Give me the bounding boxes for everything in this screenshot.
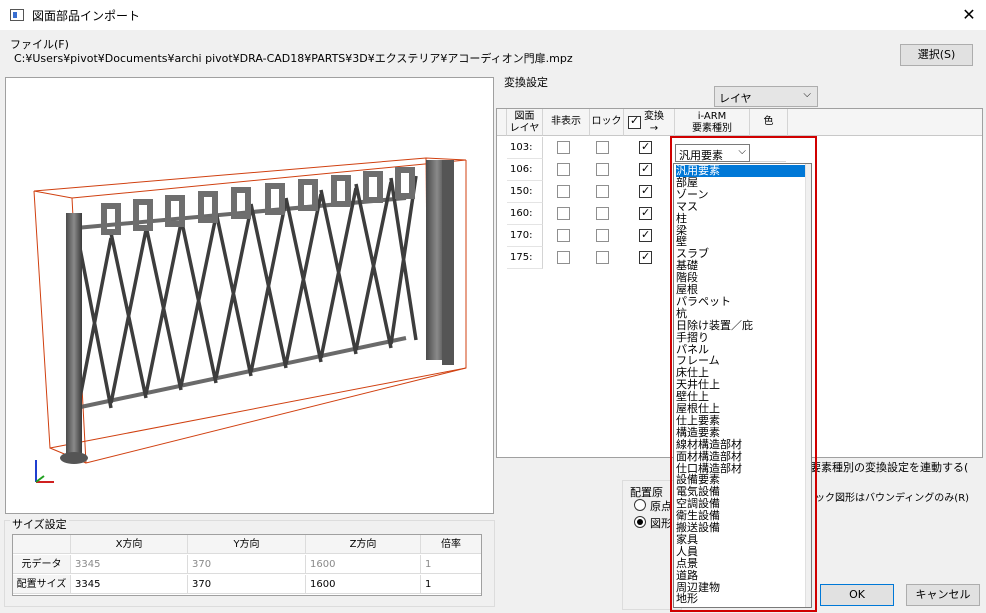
size-placed-y[interactable]: 370 — [188, 575, 306, 594]
size-row-label: 配置サイズ — [13, 575, 71, 594]
convert-all-checkbox[interactable] — [628, 115, 641, 129]
header-element-type[interactable]: i-ARM 要素種別 — [675, 109, 750, 136]
header-convert[interactable]: 変換 → — [624, 109, 675, 136]
size-row-label: 元データ — [13, 555, 71, 574]
lock-checkbox[interactable] — [596, 229, 609, 242]
bounding-option-label[interactable]: ック図形はバウンディングのみ(R) — [815, 489, 969, 504]
size-header-scale: 倍率 — [421, 535, 481, 554]
lock-checkbox[interactable] — [596, 251, 609, 264]
size-original-x: 3345 — [71, 555, 188, 574]
header-filler — [788, 109, 982, 136]
cancel-button[interactable]: キャンセル — [906, 584, 980, 606]
grid-corner — [497, 109, 507, 136]
link-option-label[interactable]: 要素種別の変換設定を連動する( — [810, 459, 968, 475]
layer-row-id[interactable]: 103: — [507, 137, 543, 159]
origin-label[interactable]: 原点 — [650, 498, 672, 514]
lock-checkbox[interactable] — [596, 141, 609, 154]
size-original-scale: 1 — [421, 555, 481, 574]
hide-checkbox[interactable] — [557, 229, 570, 242]
hide-checkbox[interactable] — [557, 207, 570, 220]
size-header-z: Z方向 — [306, 535, 421, 554]
hide-checkbox[interactable] — [557, 141, 570, 154]
layer-combo[interactable]: レイヤ ⌵ — [714, 86, 818, 107]
window-title: 図面部品インポート — [32, 9, 141, 23]
layer-row-id[interactable]: 160: — [507, 203, 543, 225]
convert-checkbox[interactable] — [639, 228, 652, 242]
size-header-x: X方向 — [71, 535, 188, 554]
shape-radio[interactable] — [634, 516, 646, 528]
size-header-corner — [13, 535, 71, 554]
title-bar — [0, 0, 986, 30]
preview-viewport[interactable] — [5, 77, 494, 514]
origin-radio[interactable] — [634, 499, 646, 511]
size-placed-scale[interactable]: 1 — [421, 575, 481, 594]
lock-checkbox[interactable] — [596, 163, 609, 176]
select-button[interactable]: 選択(S) — [900, 44, 973, 66]
gate-preview-image — [33, 157, 467, 483]
header-color[interactable]: 色 — [750, 109, 788, 136]
file-path: C:¥Users¥pivot¥Documents¥archi pivot¥DRA… — [14, 52, 573, 65]
convert-checkbox[interactable] — [639, 250, 652, 264]
conversion-title: 変換設定 — [504, 76, 548, 89]
lock-checkbox[interactable] — [596, 185, 609, 198]
chevron-down-icon: ⌵ — [803, 89, 811, 100]
size-header-y: Y方向 — [188, 535, 306, 554]
convert-checkbox[interactable] — [639, 162, 652, 176]
layer-row-id[interactable]: 150: — [507, 181, 543, 203]
size-original-z: 1600 — [306, 555, 421, 574]
ok-button[interactable]: OK — [820, 584, 894, 606]
app-icon — [10, 9, 24, 21]
header-convert-label: 変換 → — [644, 111, 664, 134]
header-hide[interactable]: 非表示 — [543, 109, 590, 136]
shape-label[interactable]: 図形 — [650, 515, 672, 531]
size-placed-z[interactable]: 1600 — [306, 575, 421, 594]
lock-checkbox[interactable] — [596, 207, 609, 220]
layer-row-id[interactable]: 170: — [507, 225, 543, 247]
close-icon[interactable]: ✕ — [957, 4, 981, 26]
size-placed-x[interactable]: 3345 — [71, 575, 188, 594]
layer-combo-value: レイヤ — [719, 92, 752, 105]
hide-checkbox[interactable] — [557, 163, 570, 176]
header-layer[interactable]: 図面 レイヤ — [507, 109, 543, 136]
size-original-y: 370 — [188, 555, 306, 574]
highlight-box — [670, 136, 817, 612]
convert-checkbox[interactable] — [639, 184, 652, 198]
size-table: X方向 Y方向 Z方向 倍率 元データ 3345 370 1600 1 配置サイ… — [12, 534, 482, 596]
hide-checkbox[interactable] — [557, 185, 570, 198]
size-title: サイズ設定 — [10, 516, 69, 532]
convert-checkbox[interactable] — [639, 206, 652, 220]
layer-row-id[interactable]: 106: — [507, 159, 543, 181]
hide-checkbox[interactable] — [557, 251, 570, 264]
header-lock[interactable]: ロック — [590, 109, 624, 136]
layer-row-id[interactable]: 175: — [507, 247, 543, 269]
convert-checkbox[interactable] — [639, 140, 652, 154]
